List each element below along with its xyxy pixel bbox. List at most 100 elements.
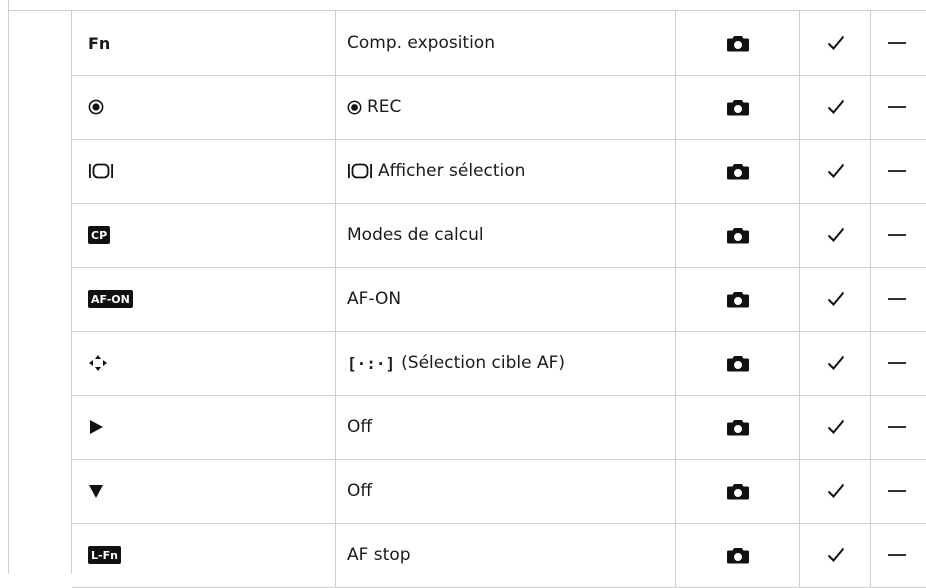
- column-divider: [675, 75, 676, 139]
- function-label: Afficher sélection: [378, 161, 526, 181]
- checkmark-icon: [827, 35, 845, 51]
- dash-icon: [888, 426, 906, 428]
- column-divider: [799, 139, 800, 203]
- table-row: Off: [72, 459, 926, 524]
- column-divider: [335, 75, 336, 139]
- function-cell: REC: [336, 75, 676, 139]
- column-divider: [675, 331, 676, 395]
- dash-cell: [871, 331, 926, 395]
- function-cell: AF stop: [336, 523, 676, 587]
- check-cell: [800, 75, 871, 139]
- display-select-icon: [88, 162, 114, 180]
- camera-icon: [727, 355, 749, 372]
- column-divider: [675, 267, 676, 331]
- checkmark-icon: [827, 227, 845, 243]
- table-row: Fn Comp. exposition: [72, 11, 926, 76]
- af-target-icon: [·:·]: [347, 353, 396, 373]
- checkmark-icon: [827, 419, 845, 435]
- function-label: Off: [347, 481, 373, 501]
- function-label: (Sélection cible AF): [401, 353, 566, 373]
- mode-cell: [676, 11, 800, 75]
- column-divider: [870, 267, 871, 331]
- column-divider: [799, 267, 800, 331]
- mode-cell: [676, 523, 800, 587]
- column-divider: [799, 523, 800, 587]
- function-cell: Off: [336, 459, 676, 523]
- column-divider: [870, 523, 871, 587]
- function-cell: Comp. exposition: [336, 11, 676, 75]
- mode-cell: [676, 139, 800, 203]
- column-divider: [799, 459, 800, 523]
- function-cell: Off: [336, 395, 676, 459]
- arrow-right-icon: [88, 419, 104, 435]
- check-cell: [800, 331, 871, 395]
- function-cell: [·:·] (Sélection cible AF): [336, 331, 676, 395]
- function-cell: Modes de calcul: [336, 203, 676, 267]
- column-divider: [675, 395, 676, 459]
- table-row: Off: [72, 395, 926, 460]
- control-cell: [72, 139, 335, 203]
- checkmark-icon: [827, 547, 845, 563]
- check-cell: [800, 267, 871, 331]
- dash-cell: [871, 267, 926, 331]
- dash-cell: [871, 11, 926, 75]
- camera-icon: [727, 163, 749, 180]
- checkmark-icon: [827, 99, 845, 115]
- record-icon: [347, 100, 362, 115]
- column-divider: [335, 523, 336, 587]
- control-cell: AF-ON: [72, 267, 335, 331]
- column-divider: [335, 331, 336, 395]
- cp-badge: CP: [88, 226, 111, 244]
- column-divider: [870, 11, 871, 75]
- checkmark-icon: [827, 355, 845, 371]
- column-divider: [335, 459, 336, 523]
- table-row: CP Modes de calcul: [72, 203, 926, 268]
- control-cell: [72, 395, 335, 459]
- record-button-icon: [88, 99, 104, 115]
- dash-icon: [888, 362, 906, 364]
- mode-cell: [676, 203, 800, 267]
- column-divider: [870, 139, 871, 203]
- dash-cell: [871, 523, 926, 587]
- column-divider: [675, 203, 676, 267]
- fn-button-label: Fn: [88, 33, 111, 53]
- column-divider: [799, 331, 800, 395]
- checkmark-icon: [827, 163, 845, 179]
- camera-icon: [727, 419, 749, 436]
- dash-icon: [888, 234, 906, 236]
- check-cell: [800, 139, 871, 203]
- column-divider: [335, 139, 336, 203]
- column-divider: [675, 11, 676, 75]
- column-divider: [799, 395, 800, 459]
- dash-icon: [888, 42, 906, 44]
- table-row: L-Fn AF stop: [72, 523, 926, 588]
- function-label: Modes de calcul: [347, 225, 484, 245]
- column-divider: [870, 75, 871, 139]
- dash-cell: [871, 459, 926, 523]
- display-select-icon: [347, 162, 373, 180]
- mode-cell: [676, 267, 800, 331]
- column-divider: [675, 139, 676, 203]
- camera-icon: [727, 99, 749, 116]
- check-cell: [800, 523, 871, 587]
- table-row: Afficher sélection: [72, 139, 926, 204]
- mode-cell: [676, 459, 800, 523]
- column-divider: [335, 395, 336, 459]
- column-divider: [335, 267, 336, 331]
- dash-icon: [888, 170, 906, 172]
- dash-icon: [888, 298, 906, 300]
- dash-cell: [871, 75, 926, 139]
- column-divider: [799, 75, 800, 139]
- mode-cell: [676, 331, 800, 395]
- control-cell: [72, 459, 335, 523]
- dash-cell: [871, 395, 926, 459]
- dash-icon: [888, 554, 906, 556]
- multi-selector-icon: [88, 354, 108, 372]
- dash-cell: [871, 203, 926, 267]
- column-divider: [870, 395, 871, 459]
- checkmark-icon: [827, 291, 845, 307]
- column-divider: [870, 203, 871, 267]
- mode-cell: [676, 395, 800, 459]
- column-divider: [870, 459, 871, 523]
- control-cell: CP: [72, 203, 335, 267]
